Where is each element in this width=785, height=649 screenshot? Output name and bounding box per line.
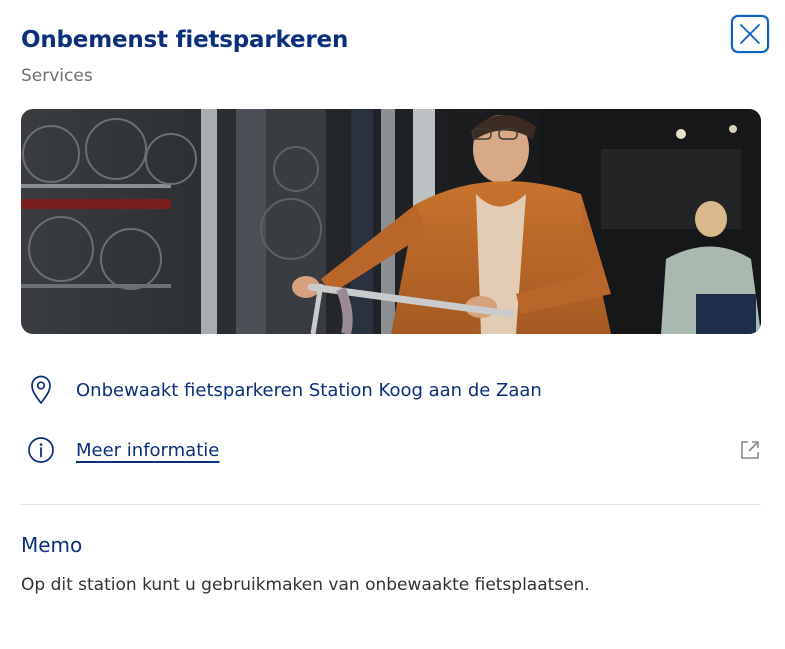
- section-divider: [21, 504, 761, 505]
- service-detail-panel: Onbemenst fietsparkeren Services Onbewaa…: [0, 0, 785, 649]
- info-icon: [21, 430, 61, 470]
- map-pin-icon: [21, 370, 61, 410]
- more-info-link[interactable]: Meer informatie: [76, 440, 219, 461]
- memo-text: Op dit station kunt u gebruikmaken van o…: [21, 575, 590, 595]
- external-link-icon[interactable]: [739, 439, 761, 461]
- location-text: Onbewaakt fietsparkeren Station Koog aan…: [76, 379, 542, 401]
- close-icon: [740, 24, 760, 44]
- page-title: Onbemenst fietsparkeren: [21, 27, 349, 53]
- close-button[interactable]: [731, 15, 769, 53]
- page-subtitle: Services: [21, 66, 93, 86]
- memo-heading: Memo: [21, 533, 83, 557]
- hero-image: [21, 109, 761, 334]
- info-row: Meer informatie: [21, 430, 761, 470]
- location-row: Onbewaakt fietsparkeren Station Koog aan…: [21, 370, 761, 410]
